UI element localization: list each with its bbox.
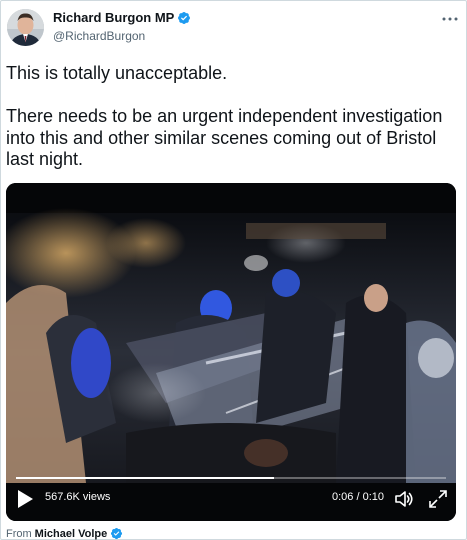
video-progress-fill: [16, 477, 274, 479]
avatar[interactable]: [7, 9, 44, 46]
more-horizontal-icon[interactable]: [438, 9, 462, 29]
video-attribution: From Michael Volpe: [6, 527, 123, 540]
tweet-paragraph: This is totally unacceptable.: [6, 63, 228, 83]
fullscreen-icon[interactable]: [428, 489, 448, 509]
video-controls: 567.6K views 0:06 / 0:10: [6, 473, 456, 521]
tweet-text: This is totally unacceptable. There need…: [6, 63, 461, 171]
author-display-name[interactable]: Richard Burgon MP: [53, 10, 174, 25]
attribution-prefix: From: [6, 527, 32, 540]
author-name-row[interactable]: Richard Burgon MP: [53, 10, 191, 25]
video-time: 0:06 / 0:10: [332, 491, 384, 503]
attribution-source-link[interactable]: Michael Volpe: [35, 528, 108, 540]
volume-icon[interactable]: [394, 489, 414, 509]
verified-badge-icon: [111, 527, 123, 540]
verified-badge-icon: [178, 11, 191, 24]
video-frame[interactable]: [6, 183, 456, 521]
video-view-count: 567.6K views: [45, 491, 111, 503]
tweet-paragraph: There needs to be an urgent independent …: [6, 106, 443, 169]
play-icon[interactable]: [16, 489, 34, 509]
video-player[interactable]: 567.6K views 0:06 / 0:10: [6, 183, 456, 521]
tweet-card: Richard Burgon MP @RichardBurgon This is…: [0, 0, 467, 540]
video-progress-bar[interactable]: [16, 477, 446, 479]
author-handle[interactable]: @RichardBurgon: [53, 29, 145, 43]
